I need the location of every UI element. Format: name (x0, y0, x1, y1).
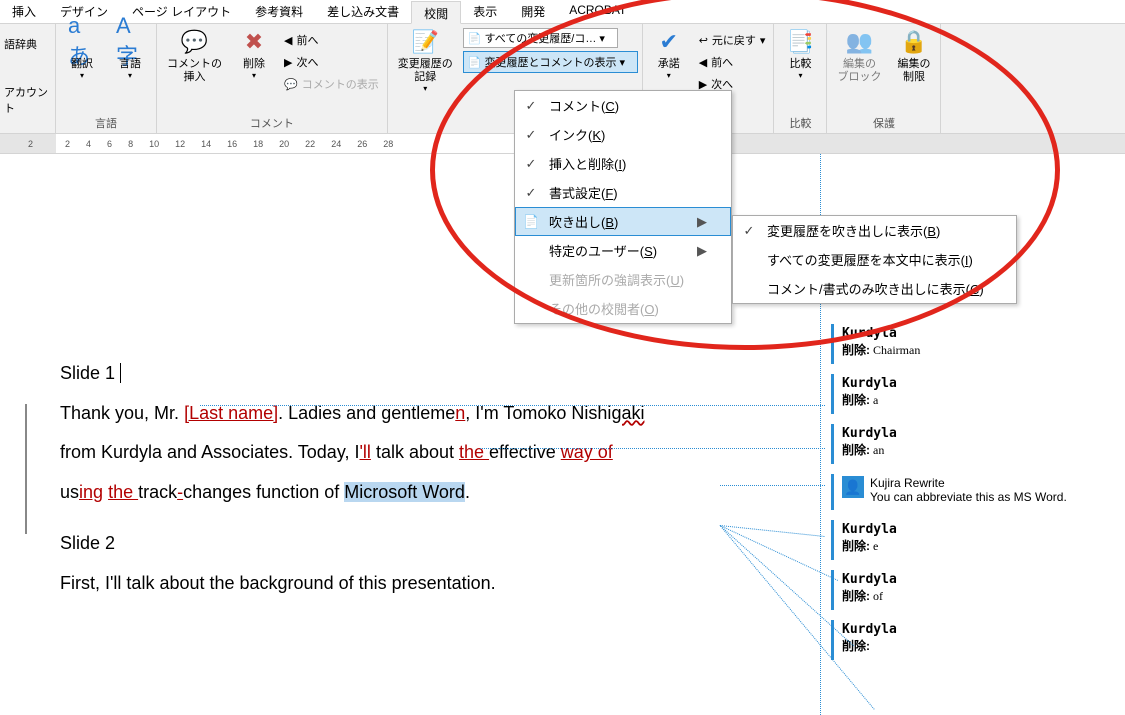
prev-comment-button[interactable]: ◀前へ (280, 30, 383, 50)
revision-author: Kurdyla (842, 522, 1119, 537)
ribbon-tab-7[interactable]: 開発 (509, 0, 557, 23)
next-comment-button[interactable]: ▶次へ (280, 52, 383, 72)
ribbon-tab-4[interactable]: 差し込み文書 (315, 0, 411, 23)
ribbon-tab-8[interactable]: ACROBAT (557, 0, 638, 23)
check-icon: ✓ (523, 127, 539, 143)
menu-ink[interactable]: ✓インク(K) (515, 120, 731, 149)
submenu-comments-only[interactable]: コメント/書式のみ吹き出しに表示(C) (733, 274, 1016, 303)
revision-text: 削除: e (842, 537, 1119, 554)
translate-button[interactable]: aあ翻訳▾ (60, 26, 104, 82)
revision-author: Kurdyla (842, 376, 1119, 391)
submenu-show-balloons[interactable]: ✓変更履歴を吹き出しに表示(B) (733, 216, 1016, 245)
avatar-icon: 👤 (842, 476, 864, 498)
revision-author: Kurdyla (842, 622, 1119, 637)
chevron-down-icon: ▾ (128, 71, 132, 80)
new-comment-button[interactable]: 💬コメントの 挿入 (161, 26, 228, 86)
prev-icon: ◀ (699, 56, 707, 69)
delete-comment-button[interactable]: ✖削除▾ (232, 26, 276, 82)
reject-button[interactable]: ↩元に戻す ▾ (695, 30, 770, 50)
comment-author: Kujira Rewrite (870, 476, 1067, 490)
slide2-label: Slide 2 (60, 533, 115, 553)
show-markup-menu: ✓コメント(C) ✓インク(K) ✓挿入と削除(I) ✓書式設定(F) 📄吹き出… (514, 90, 732, 324)
chevron-down-icon: ▾ (423, 84, 427, 93)
submenu-arrow-icon: ▶ (697, 214, 707, 230)
show-comments-button[interactable]: 💬コメントの表示 (280, 74, 383, 94)
show-markup-dropdown[interactable]: 📄 変更履歴とコメントの表示 ▾ (463, 51, 638, 73)
prev-change-button[interactable]: ◀前へ (695, 52, 770, 72)
balloons-submenu: ✓変更履歴を吹き出しに表示(B) すべての変更履歴を本文中に表示(I) コメント… (732, 215, 1017, 304)
ribbon-tab-3[interactable]: 参考資料 (243, 0, 315, 23)
menu-comments[interactable]: ✓コメント(C) (515, 91, 731, 120)
block-icon: 👥 (845, 28, 873, 56)
revision-item[interactable]: Kurdyla削除: Chairman (831, 324, 1119, 364)
accept-button[interactable]: ✔承諾▾ (647, 26, 691, 82)
compare-icon: 📑 (786, 28, 814, 56)
comment-item[interactable]: 👤 Kujira RewriteYou can abbreviate this a… (831, 474, 1119, 510)
slide1-label: Slide 1 (60, 363, 115, 383)
dict-label: 語辞典 (4, 36, 51, 52)
track-icon: 📝 (411, 28, 439, 56)
ribbon-tab-6[interactable]: 表示 (461, 0, 509, 23)
revision-text: 削除: (842, 637, 1119, 654)
ribbon-tab-5[interactable]: 校閲 (411, 1, 461, 24)
language-icon: A字 (116, 28, 144, 56)
revision-item[interactable]: Kurdyla削除: (831, 620, 1119, 660)
reject-icon: ↩ (699, 34, 708, 47)
check-icon: ✓ (523, 185, 539, 201)
prev-icon: ◀ (284, 34, 292, 47)
revision-item[interactable]: Kurdyla削除: of (831, 570, 1119, 610)
chevron-down-icon: ▾ (667, 71, 671, 80)
lock-icon: 🔒 (900, 28, 928, 56)
block-authors-button[interactable]: 👥編集の ブロック (831, 26, 887, 86)
restrict-edit-button[interactable]: 🔒編集の 制限 (891, 26, 936, 86)
protect-group-label: 保護 (831, 113, 936, 131)
menu-users[interactable]: 特定のユーザー(S)▶ (515, 236, 731, 265)
language-group-label: 言語 (60, 113, 152, 131)
revision-author: Kurdyla (842, 426, 1119, 441)
doc-icon: 📄 (523, 214, 539, 230)
submenu-show-inline[interactable]: すべての変更履歴を本文中に表示(I) (733, 245, 1016, 274)
selected-text: Microsoft Word (344, 482, 465, 502)
check-icon: ✓ (523, 98, 539, 114)
revision-item[interactable]: Kurdyla削除: an (831, 424, 1119, 464)
comment-text: You can abbreviate this as MS Word. (870, 490, 1067, 504)
chevron-down-icon: ▾ (252, 71, 256, 80)
next-icon: ▶ (284, 56, 292, 69)
comment-group-label: コメント (161, 113, 383, 131)
doc-icon: 📄 (468, 57, 482, 69)
menu-insdel[interactable]: ✓挿入と削除(I) (515, 149, 731, 178)
menu-balloons[interactable]: 📄吹き出し(B)▶ (515, 207, 731, 236)
chevron-down-icon: ▾ (80, 71, 84, 80)
display-for-review-dropdown[interactable]: 📄 すべての変更履歴/コ… ▾ (463, 28, 618, 48)
translate-icon: aあ (68, 28, 96, 56)
revision-text: 削除: of (842, 587, 1119, 604)
compare-group-label: 比較 (778, 113, 822, 131)
submenu-arrow-icon: ▶ (697, 243, 707, 259)
ribbon-tabs: 挿入デザインページ レイアウト参考資料差し込み文書校閲表示開発ACROBAT (0, 0, 1125, 24)
track-changes-button[interactable]: 📝変更履歴の 記録▾ (392, 26, 459, 95)
doc-icon: 📄 (468, 33, 482, 45)
chevron-down-icon: ▾ (798, 71, 802, 80)
revision-author: Kurdyla (842, 326, 1119, 341)
revision-item[interactable]: Kurdyla削除: a (831, 374, 1119, 414)
menu-highlight: 更新箇所の強調表示(U) (515, 265, 731, 294)
check-icon: ✓ (523, 156, 539, 172)
check-icon: ✓ (741, 223, 757, 239)
menu-format[interactable]: ✓書式設定(F) (515, 178, 731, 207)
next-icon: ▶ (699, 78, 707, 91)
revision-item[interactable]: Kurdyla削除: e (831, 520, 1119, 560)
language-button[interactable]: A字言語▾ (108, 26, 152, 82)
compare-button[interactable]: 📑比較▾ (778, 26, 822, 82)
ribbon-tab-0[interactable]: 挿入 (0, 0, 48, 23)
menu-reviewers: その他の校閲者(O) (515, 294, 731, 323)
comment-bubble-icon: 💬 (284, 78, 298, 91)
delete-icon: ✖ (240, 28, 268, 56)
revision-text: 削除: an (842, 441, 1119, 458)
revision-text: 削除: Chairman (842, 341, 1119, 358)
revision-text: 削除: a (842, 391, 1119, 408)
revision-author: Kurdyla (842, 572, 1119, 587)
acct-label: アカウント (4, 84, 51, 116)
check-icon: ✔ (655, 28, 683, 56)
comment-icon: 💬 (181, 28, 209, 56)
